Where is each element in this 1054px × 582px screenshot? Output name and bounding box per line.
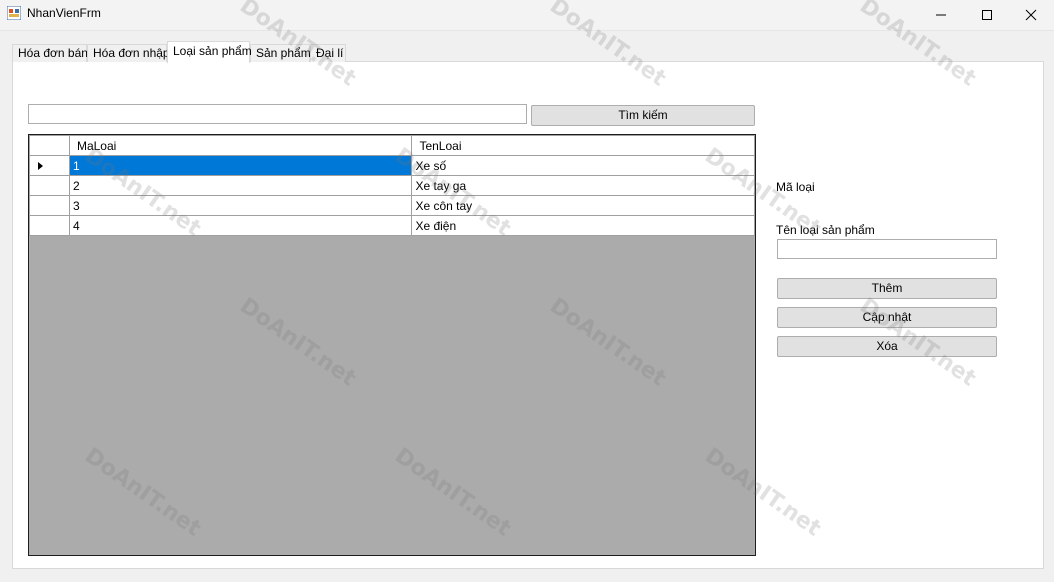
delete-button[interactable]: Xóa [777, 336, 997, 357]
search-button[interactable]: Tìm kiếm [531, 105, 755, 126]
row-header[interactable] [29, 195, 70, 216]
minimize-button[interactable] [918, 0, 964, 30]
cell-tenloai[interactable]: Xe số [411, 155, 755, 176]
tab-san-pham[interactable]: Sản phẩm [250, 44, 311, 62]
current-row-arrow-icon [38, 161, 43, 170]
row-header[interactable] [29, 155, 70, 176]
row-header[interactable] [29, 175, 70, 196]
data-grid[interactable]: MaLoai TenLoai 1 Xe số 2 Xe tay ga 3 Xe … [28, 134, 756, 556]
maximize-icon [982, 10, 992, 20]
cell-tenloai[interactable]: Xe côn tay [411, 195, 755, 216]
cell-maloai[interactable]: 3 [68, 195, 413, 216]
add-button[interactable]: Thêm [777, 278, 997, 299]
cell-maloai[interactable]: 2 [68, 175, 413, 196]
tab-dai-li[interactable]: Đại lí [310, 44, 346, 62]
table-row[interactable]: 1 Xe số [29, 155, 755, 176]
tab-hoa-don-ban[interactable]: Hóa đơn bán [12, 44, 88, 62]
table-row[interactable]: 3 Xe côn tay [29, 195, 755, 216]
search-input[interactable] [28, 104, 527, 124]
cell-tenloai[interactable]: Xe điện [411, 215, 755, 236]
row-header[interactable] [29, 215, 70, 236]
cell-tenloai[interactable]: Xe tay ga [411, 175, 755, 196]
ten-loai-label: Tên loại sản phẩm [776, 223, 875, 237]
column-header-tenloai[interactable]: TenLoai [411, 135, 755, 156]
tab-hoa-don-nhap[interactable]: Hóa đơn nhập [87, 44, 170, 62]
maximize-button[interactable] [964, 0, 1010, 30]
app-icon [7, 6, 21, 20]
table-row[interactable]: 4 Xe điện [29, 215, 755, 236]
close-button[interactable] [1008, 0, 1054, 30]
update-button[interactable]: Cập nhật [777, 307, 997, 328]
cell-maloai[interactable]: 1 [68, 155, 413, 176]
tab-loai-san-pham[interactable]: Loại sản phẩm [167, 41, 252, 63]
window-title: NhanVienFrm [27, 6, 101, 20]
grid-header-row: MaLoai TenLoai [29, 135, 755, 156]
column-header-maloai[interactable]: MaLoai [68, 135, 413, 156]
ten-loai-field[interactable] [777, 239, 997, 259]
close-icon [1025, 9, 1037, 21]
table-row[interactable]: 2 Xe tay ga [29, 175, 755, 196]
title-bar: NhanVienFrm [0, 0, 1054, 31]
ma-loai-label: Mã loại [776, 180, 815, 194]
grid-corner [29, 135, 70, 156]
cell-maloai[interactable]: 4 [68, 215, 413, 236]
minimize-icon [936, 14, 946, 16]
